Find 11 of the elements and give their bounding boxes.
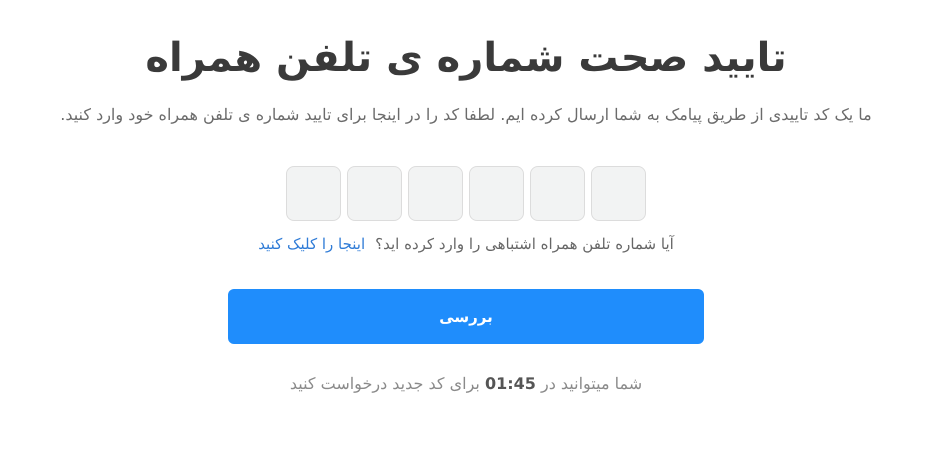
click-here-link[interactable]: اینجا را کلیک کنید xyxy=(258,235,366,253)
code-digit-field[interactable] xyxy=(469,166,524,221)
code-digit-field[interactable] xyxy=(286,166,341,221)
wrong-number-question: آیا شماره تلفن همراه اشتباهی را وارد کرده اید؟ xyxy=(375,235,674,253)
check-button[interactable]: بررسی xyxy=(228,289,704,344)
code-digit-field[interactable] xyxy=(530,166,585,221)
page-title: تایید صحت شماره ی تلفن همراه xyxy=(145,34,787,83)
code-digit-field[interactable] xyxy=(591,166,646,221)
description-text: ما یک کد تاییدی از طریق پیامک به شما ارسال کرده ایم. لطفا کد را در اینجا برای تایید شماره ی تلفن همراه خود وارد کنید. xyxy=(59,104,873,126)
code-digit-field[interactable] xyxy=(347,166,402,221)
code-digit-field[interactable] xyxy=(408,166,463,221)
